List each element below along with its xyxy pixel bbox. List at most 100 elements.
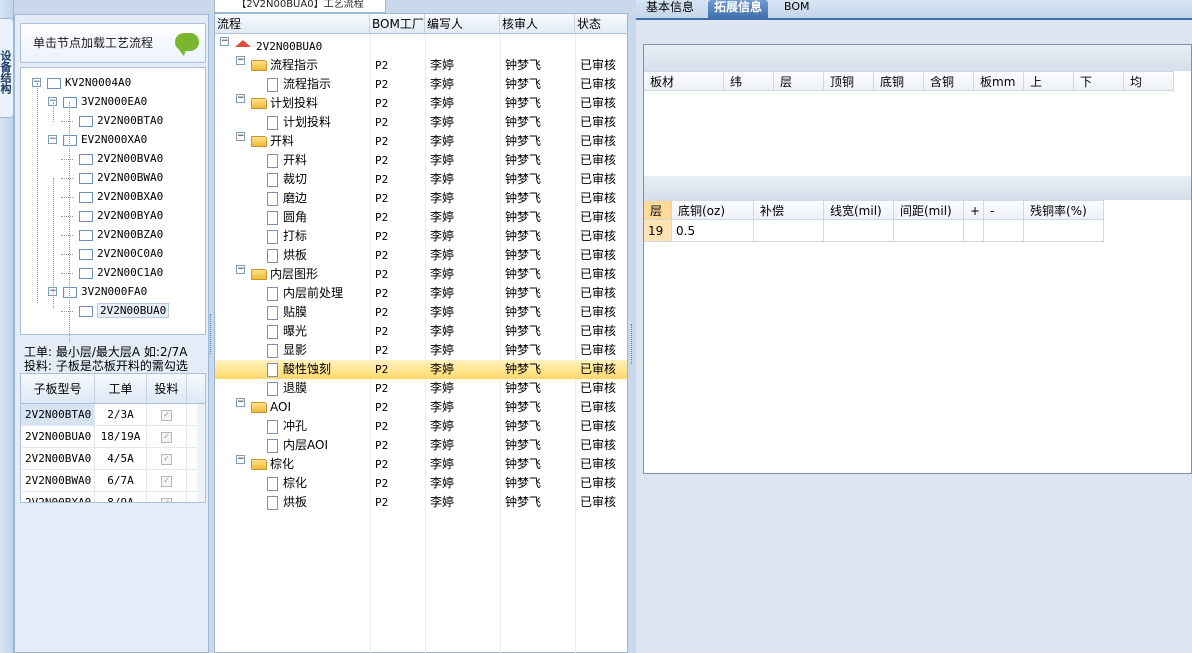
process-row[interactable]: 内层AOI P2 李婷 钟梦飞 已审核 <box>215 436 627 455</box>
layer-col-header[interactable]: 底铜(oz) <box>672 200 754 220</box>
process-row[interactable]: 曝光 P2 李婷 钟梦飞 已审核 <box>215 322 627 341</box>
tree-node[interactable]: 2V2N00C0A0 <box>79 244 163 263</box>
layer-cell[interactable] <box>1024 220 1104 242</box>
layer-data-row[interactable]: 19 0.5 <box>644 220 1104 242</box>
layer-col-header[interactable]: 层 <box>644 200 672 220</box>
table-row[interactable]: 2V2N00BUA0 18/19A ✓ <box>21 426 205 448</box>
board-col-header[interactable]: 均 <box>1124 71 1174 91</box>
tree-expander[interactable]: − <box>236 398 245 407</box>
feed-checkbox[interactable]: ✓ <box>161 409 172 421</box>
feed-checkbox[interactable]: ✓ <box>161 453 172 465</box>
process-row[interactable]: 圆角 P2 李婷 钟梦飞 已审核 <box>215 208 627 227</box>
tree-expander[interactable]: − <box>236 265 245 274</box>
board-col-header[interactable]: 下 <box>1074 71 1124 91</box>
tree-expander[interactable]: − <box>236 56 245 65</box>
layer-col-header[interactable]: + <box>964 200 984 220</box>
table-row[interactable]: 2V2N00BVA0 4/5A ✓ <box>21 448 205 470</box>
col-order[interactable]: 工单 <box>95 374 147 403</box>
process-row[interactable]: 内层前处理 P2 李婷 钟梦飞 已审核 <box>215 284 627 303</box>
sub-table-scrollbar[interactable] <box>197 404 205 502</box>
tree-expander[interactable]: − <box>48 135 57 144</box>
layer-cell[interactable]: 0.5 <box>672 220 754 242</box>
tab-bom[interactable]: BOM <box>778 0 816 18</box>
tree-node[interactable]: KV2N0004A0 <box>47 73 131 92</box>
process-row[interactable]: − 内层图形 P2 李婷 钟梦飞 已审核 <box>215 265 627 284</box>
process-row[interactable]: 显影 P2 李婷 钟梦飞 已审核 <box>215 341 627 360</box>
process-title-tab[interactable]: 【2V2N00BUA0】工艺流程 <box>214 0 386 13</box>
tree-node[interactable]: 2V2N00C1A0 <box>79 263 163 282</box>
layer-cell[interactable] <box>984 220 1024 242</box>
board-col-header[interactable]: 底铜 <box>874 71 924 91</box>
process-row[interactable]: 流程指示 P2 李婷 钟梦飞 已审核 <box>215 75 627 94</box>
tree-node[interactable]: 3V2N000EA0 <box>63 92 147 111</box>
layer-cell[interactable] <box>964 220 984 242</box>
col-writer[interactable]: 编写人 <box>425 14 500 34</box>
tree-node[interactable]: 2V2N00BZA0 <box>79 225 163 244</box>
tree-node[interactable]: 3V2N000FA0 <box>63 282 147 301</box>
layer-col-header[interactable]: 残铜率(%) <box>1024 200 1104 220</box>
splitter-grip[interactable] <box>210 314 213 354</box>
tree-node[interactable]: 2V2N00BVA0 <box>79 149 163 168</box>
tree-node[interactable]: 2V2N00BTA0 <box>79 111 163 130</box>
process-root-row[interactable]: − 2V2N00BUA0 <box>215 37 627 56</box>
layer-col-header[interactable]: 补偿 <box>754 200 824 220</box>
board-col-header[interactable]: 上 <box>1024 71 1074 91</box>
tree-node[interactable]: EV2N000XA0 <box>63 130 147 149</box>
layer-cell[interactable] <box>754 220 824 242</box>
process-row[interactable]: − 计划投料 P2 李婷 钟梦飞 已审核 <box>215 94 627 113</box>
feed-checkbox[interactable]: ✓ <box>161 497 172 502</box>
tree-node[interactable]: 2V2N00BUA0 <box>79 301 170 320</box>
process-row[interactable]: − 开料 P2 李婷 钟梦飞 已审核 <box>215 132 627 151</box>
splitter-grip[interactable] <box>631 324 634 364</box>
tree-node[interactable]: 2V2N00BWA0 <box>79 168 163 187</box>
tree-node[interactable]: 2V2N00BYA0 <box>79 206 163 225</box>
layer-cell[interactable] <box>824 220 894 242</box>
feed-checkbox[interactable]: ✓ <box>161 475 172 487</box>
process-row[interactable]: 打标 P2 李婷 钟梦飞 已审核 <box>215 227 627 246</box>
board-col-header[interactable]: 层 <box>774 71 824 91</box>
process-row[interactable]: 烘板 P2 李婷 钟梦飞 已审核 <box>215 493 627 512</box>
table-row[interactable]: 2V2N00BXA0 8/9A ✓ <box>21 492 205 502</box>
layer-col-header[interactable]: 线宽(mil) <box>824 200 894 220</box>
process-row[interactable]: 退膜 P2 李婷 钟梦飞 已审核 <box>215 379 627 398</box>
process-row[interactable]: 棕化 P2 李婷 钟梦飞 已审核 <box>215 474 627 493</box>
col-model[interactable]: 子板型号 <box>21 374 95 403</box>
process-row[interactable]: 开料 P2 李婷 钟梦飞 已审核 <box>215 151 627 170</box>
process-row[interactable]: 裁切 P2 李婷 钟梦飞 已审核 <box>215 170 627 189</box>
board-col-header[interactable]: 板mm <box>974 71 1024 91</box>
process-row[interactable]: 贴膜 P2 李婷 钟梦飞 已审核 <box>215 303 627 322</box>
process-row[interactable]: 烘板 P2 李婷 钟梦飞 已审核 <box>215 246 627 265</box>
tree-expander[interactable]: − <box>236 455 245 464</box>
col-bom[interactable]: BOM工厂 <box>370 14 425 34</box>
tab-extended-info[interactable]: 拓展信息 <box>708 0 769 18</box>
col-flow[interactable]: 流程 <box>215 14 370 34</box>
layer-col-header[interactable]: - <box>984 200 1024 220</box>
board-col-header[interactable]: 含铜 <box>924 71 974 91</box>
side-tab-structure[interactable]: 设备结构 <box>0 18 14 118</box>
col-status[interactable]: 状态 <box>575 14 627 34</box>
process-row[interactable]: − 流程指示 P2 李婷 钟梦飞 已审核 <box>215 56 627 75</box>
splitter-right[interactable] <box>629 14 636 653</box>
tree-expander[interactable]: − <box>236 94 245 103</box>
board-col-header[interactable]: 顶铜 <box>824 71 874 91</box>
col-feed[interactable]: 投料 <box>147 374 187 403</box>
tree-expander[interactable]: − <box>220 37 229 46</box>
board-col-header[interactable]: 板材 <box>644 71 724 91</box>
process-row[interactable]: − 棕化 P2 李婷 钟梦飞 已审核 <box>215 455 627 474</box>
tree-node[interactable]: 2V2N00BXA0 <box>79 187 163 206</box>
table-row[interactable]: 2V2N00BTA0 2/3A ✓ <box>21 404 205 426</box>
process-row[interactable]: 计划投料 P2 李婷 钟梦飞 已审核 <box>215 113 627 132</box>
tab-basic-info[interactable]: 基本信息 <box>640 0 700 18</box>
col-reviewer[interactable]: 核审人 <box>500 14 575 34</box>
process-row[interactable]: − AOI P2 李婷 钟梦飞 已审核 <box>215 398 627 417</box>
layer-cell[interactable] <box>894 220 964 242</box>
table-row[interactable]: 2V2N00BWA0 6/7A ✓ <box>21 470 205 492</box>
process-row[interactable]: 冲孔 P2 李婷 钟梦飞 已审核 <box>215 417 627 436</box>
feed-checkbox[interactable]: ✓ <box>161 431 172 443</box>
process-row[interactable]: 酸性蚀刻 P2 李婷 钟梦飞 已审核 <box>215 360 627 379</box>
process-row[interactable]: 磨边 P2 李婷 钟梦飞 已审核 <box>215 189 627 208</box>
board-col-header[interactable]: 纬 <box>724 71 774 91</box>
layer-cell[interactable]: 19 <box>644 220 672 242</box>
layer-col-header[interactable]: 间距(mil) <box>894 200 964 220</box>
tree-expander[interactable]: − <box>236 132 245 141</box>
